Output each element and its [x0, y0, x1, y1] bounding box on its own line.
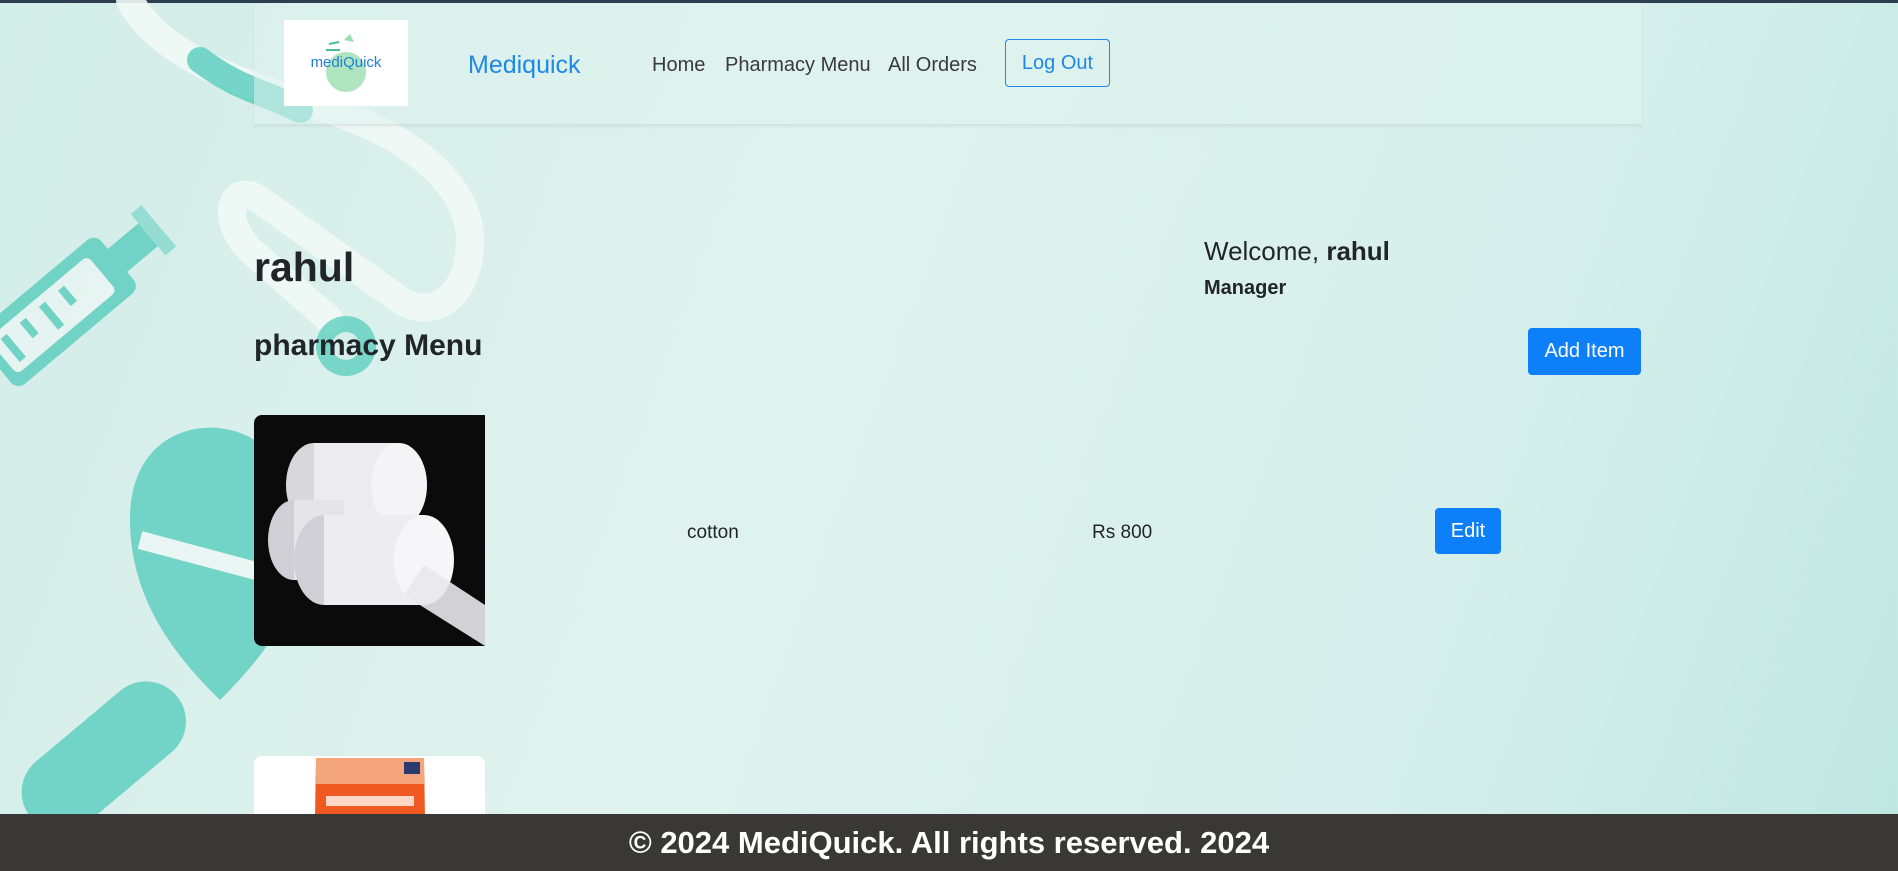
add-item-button[interactable]: Add Item — [1528, 328, 1641, 375]
item-image — [254, 415, 485, 646]
welcome-prefix: Welcome, — [1204, 236, 1327, 266]
user-role: Manager — [1204, 277, 1287, 299]
page-title: rahul — [254, 244, 355, 290]
item-price: Rs 800 — [1092, 522, 1153, 543]
bandage-roll-image — [254, 415, 485, 646]
nav-home[interactable]: Home — [652, 54, 705, 77]
brand-link[interactable]: Mediquick — [468, 51, 581, 80]
navbar: mediQuick Mediquick Home Pharmacy Menu A… — [254, 3, 1642, 125]
logout-button[interactable]: Log Out — [1005, 39, 1110, 87]
section-title: pharmacy Menu — [254, 329, 483, 362]
nav-pharmacy-menu[interactable]: Pharmacy Menu — [725, 54, 871, 77]
nav-all-orders[interactable]: All Orders — [888, 54, 977, 77]
edit-item-button[interactable]: Edit — [1435, 508, 1501, 554]
logo-text: mediQuick — [310, 54, 382, 71]
logo[interactable]: mediQuick — [284, 20, 408, 106]
item-name: cotton — [687, 522, 739, 543]
welcome-message: Welcome, rahul — [1204, 236, 1390, 267]
footer: © 2024 MediQuick. All rights reserved. 2… — [0, 814, 1898, 871]
welcome-user-name: rahul — [1326, 236, 1390, 266]
